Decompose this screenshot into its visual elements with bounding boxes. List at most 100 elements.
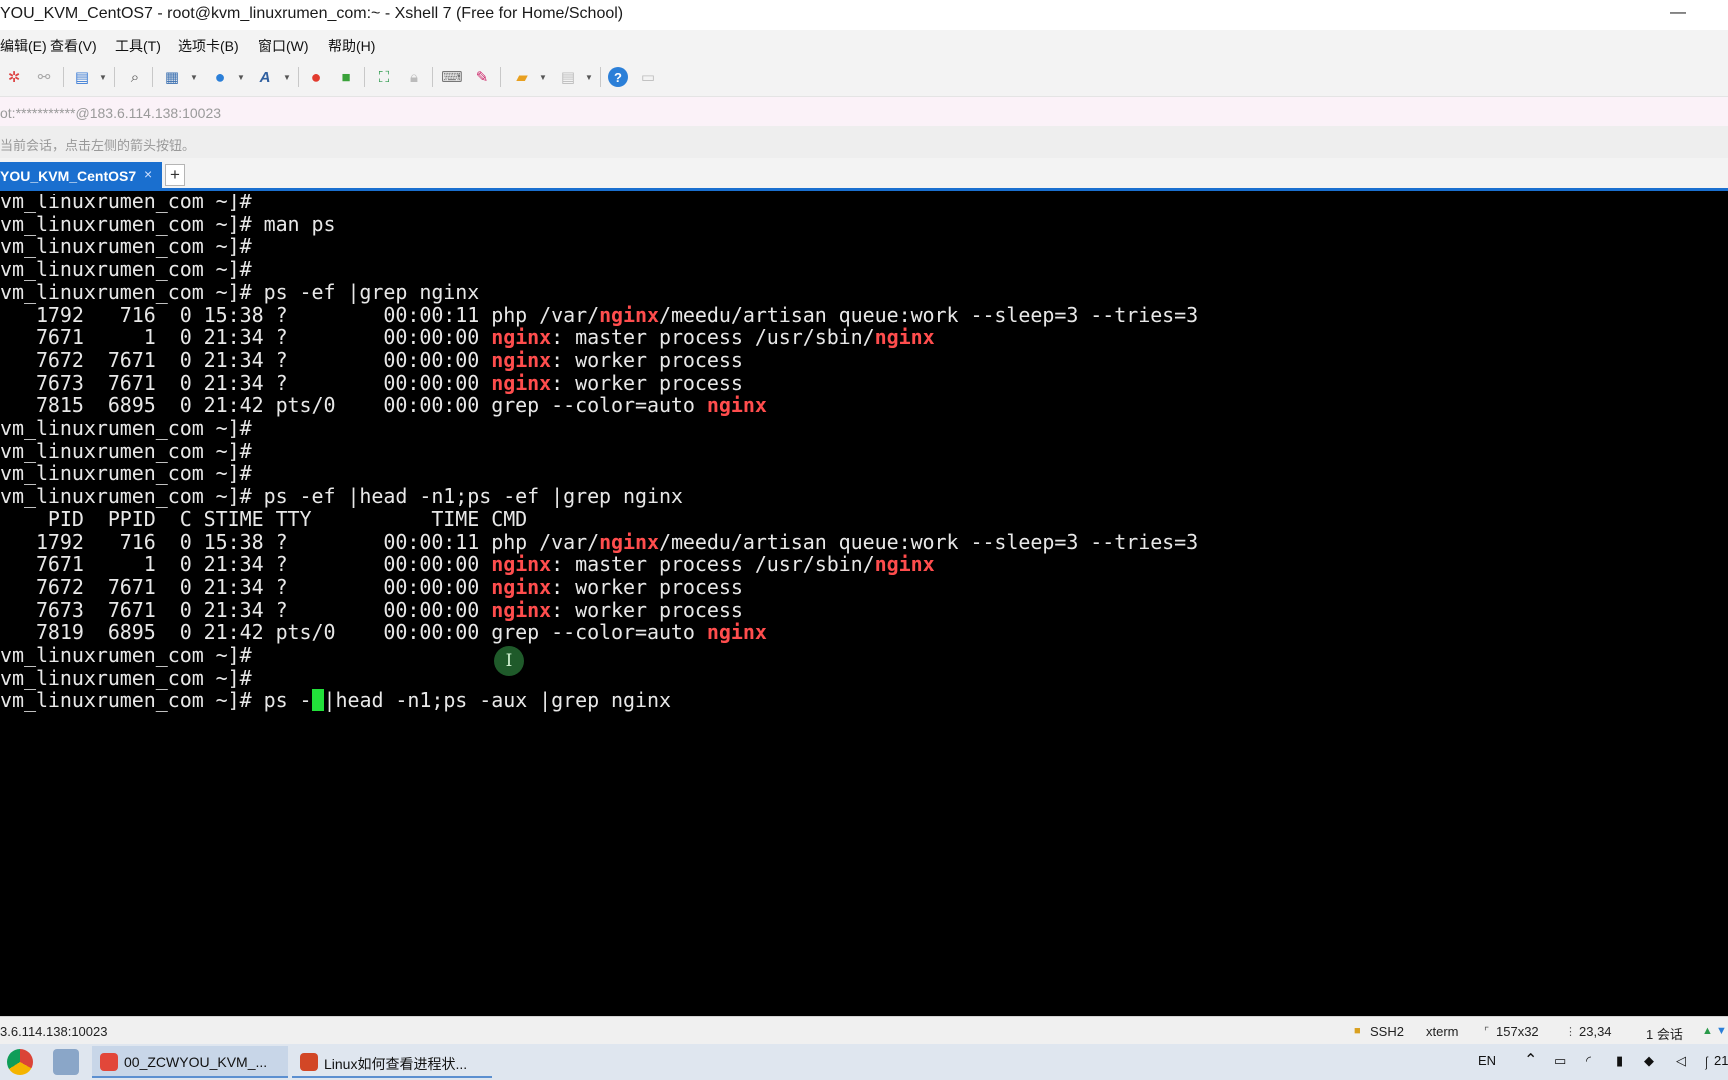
menu-edit[interactable]: 编辑(E) [0, 36, 47, 56]
terminal-line: vm_linuxrumen_com ~]# [0, 439, 252, 464]
taskbar-label: 00_ZCWYOU_KVM_... [124, 1054, 268, 1070]
folder-icon[interactable]: ▰ [512, 67, 532, 87]
chevron-down-icon[interactable]: ▼ [584, 68, 594, 88]
grep-match: nginx [874, 325, 935, 350]
terminal-text: vm_linuxrumen_com ~]# ps -ef |grep nginx [0, 279, 480, 304]
grep-match: nginx [599, 529, 659, 554]
grep-match: nginx [491, 597, 552, 622]
grep-match: nginx [706, 620, 767, 645]
terminal-text: 7672 7671 0 21:34 ? 00:00:00 [0, 574, 492, 599]
status-protocol: SSH2 [1370, 1024, 1404, 1039]
chevron-down-icon[interactable]: ▼ [189, 68, 199, 88]
resize-icon: ⌜ [1484, 1026, 1490, 1038]
toolbar-separator [432, 67, 433, 87]
terminal-line: 7671 1 0 21:34 ? 00:00:00 nginx: master … [0, 552, 935, 577]
chevron-down-icon[interactable]: ▼ [282, 68, 292, 88]
panel-icon[interactable]: ▤ [558, 67, 578, 87]
chrome-icon[interactable] [7, 1049, 33, 1075]
battery-icon[interactable]: ▭ [1554, 1053, 1566, 1069]
add-tab-button[interactable]: + [165, 164, 185, 186]
minimize-button[interactable]: — [1664, 0, 1692, 28]
terminal-text: : master process /usr/sbin/ [551, 552, 875, 577]
taskbar-label: Linux如何查看进程状... [324, 1056, 468, 1072]
terminal-line: vm_linuxrumen_com ~]# ps -ef |grep nginx [0, 280, 479, 305]
menu-window[interactable]: 窗口(W) [258, 36, 309, 56]
window-title: YOU_KVM_CentOS7 - root@kvm_linuxrumen_co… [0, 5, 624, 22]
taskbar-item-xshell[interactable]: 00_ZCWYOU_KVM_... [92, 1046, 288, 1078]
terminal-text: vm_linuxrumen_com ~]# [0, 461, 252, 486]
ime-icon[interactable]: ⎰ [1700, 1053, 1713, 1072]
terminal-line: 7819 6895 0 21:42 pts/0 00:00:00 grep --… [0, 620, 767, 645]
toolbar-separator [600, 67, 601, 87]
layout-icon[interactable]: ▦ [162, 67, 182, 87]
status-term-type: xterm [1426, 1024, 1459, 1039]
chevron-down-icon[interactable]: ▼ [98, 68, 108, 88]
menu-tabs[interactable]: 选项卡(B) [178, 36, 239, 56]
terminal-text: : worker process [551, 574, 743, 599]
grep-match: nginx [874, 552, 935, 577]
wifi-icon[interactable]: ◜ [1586, 1053, 1591, 1069]
tab-label: YOU_KVM_CentOS7 [0, 168, 137, 184]
terminal-line: vm_linuxrumen_com ~]# [0, 643, 252, 668]
search-icon[interactable]: ⌕ [125, 67, 145, 87]
globe-icon[interactable]: ● [210, 67, 230, 87]
terminal-area[interactable]: vm_linuxrumen_com ~]# vm_linuxrumen_com ~… [0, 194, 1728, 1014]
chevron-down-icon[interactable]: ▼ [236, 68, 246, 88]
chevron-up-icon[interactable]: ⌃ [1524, 1050, 1537, 1070]
terminal-line: 1792 716 0 15:38 ? 00:00:11 php /var/ngi… [0, 303, 1198, 328]
terminal-text: vm_linuxrumen_com ~]# [0, 416, 252, 440]
chevron-down-icon[interactable]: ▼ [538, 68, 548, 88]
menu-help[interactable]: 帮助(H) [328, 36, 375, 56]
keyboard-icon[interactable]: ⌨ [441, 67, 463, 87]
disconnect-icon[interactable]: ⚯ [34, 67, 54, 87]
reconnect-icon[interactable]: ✲ [4, 67, 24, 87]
terminal-line: vm_linuxrumen_com ~]# [0, 666, 252, 691]
font-icon[interactable]: A [255, 67, 275, 87]
terminal-text: /meedu/artisan queue:work --sleep=3 --tr… [658, 302, 1199, 327]
help-icon[interactable]: ? [608, 67, 628, 87]
download-arrow-icon: ▼ [1716, 1025, 1727, 1037]
highlight-icon[interactable]: ✎ [472, 67, 492, 87]
terminal-text: vm_linuxrumen_com ~]# ps -ef |head -n1;p… [0, 484, 683, 509]
tab-bar: YOU_KVM_CentOS7 × + [0, 158, 1728, 191]
status-cursor-pos: 23,34 [1579, 1024, 1612, 1039]
terminal-text: : master process /usr/sbin/ [551, 325, 875, 350]
terminal-text: /meedu/artisan queue:work --sleep=3 --tr… [658, 529, 1199, 554]
session-address: ot:***********@183.6.114.138:10023 [0, 105, 222, 121]
dropbox-icon[interactable]: ◆ [1644, 1053, 1654, 1069]
terminal-text: vm_linuxrumen_com ~]# man ps [0, 211, 336, 236]
lock-icon[interactable]: 🔒︎ [404, 67, 424, 87]
input-language[interactable]: EN [1478, 1053, 1496, 1068]
terminal-text: 7819 6895 0 21:42 pts/0 00:00:00 grep --… [0, 620, 707, 645]
terminal-text: 7673 7671 0 21:34 ? 00:00:00 [0, 370, 492, 395]
terminal-text: vm_linuxrumen_com ~]# [0, 643, 252, 667]
taskbar-item-powerpoint[interactable]: Linux如何查看进程状... [292, 1046, 492, 1078]
terminal-text: : worker process [551, 370, 743, 395]
input-suffix: |head -n1;ps -aux |grep nginx [323, 688, 672, 713]
toolbar-separator [152, 67, 153, 87]
xftp-green-icon[interactable]: ■ [336, 67, 356, 87]
microphone-icon[interactable]: ▮ [1616, 1053, 1623, 1069]
terminal-text: : worker process [551, 597, 743, 622]
tab-session[interactable]: YOU_KVM_CentOS7 × [0, 162, 162, 188]
terminal-line: 7673 7671 0 21:34 ? 00:00:00 nginx: work… [0, 371, 743, 396]
xftp-icon[interactable]: ● [306, 67, 326, 87]
volume-icon[interactable]: ◁ [1676, 1053, 1686, 1069]
xshell-tray-icon[interactable] [53, 1049, 79, 1075]
grep-match: nginx [491, 552, 552, 577]
address-bar[interactable]: ot:***********@183.6.114.138:10023 [0, 96, 1728, 126]
terminal-input-line[interactable]: vm_linuxrumen_com ~]# ps - |head -n1;ps -… [0, 688, 671, 713]
terminal-line: 1792 716 0 15:38 ? 00:00:11 php /var/ngi… [0, 530, 1198, 555]
chat-icon[interactable]: ▭ [638, 67, 658, 87]
new-session-icon[interactable]: ▤ [72, 67, 92, 87]
clock: 21 [1714, 1053, 1728, 1068]
menu-view[interactable]: 查看(V) [50, 36, 97, 56]
fullscreen-icon[interactable]: ⛶ [374, 67, 394, 87]
toolbar-separator [114, 67, 115, 87]
status-address: 3.6.114.138:10023 [0, 1024, 108, 1039]
close-icon[interactable]: × [144, 166, 152, 182]
powerpoint-app-icon [300, 1053, 318, 1071]
grep-match: nginx [491, 370, 552, 395]
menu-tools[interactable]: 工具(T) [115, 36, 161, 56]
toolbar-separator [63, 67, 64, 87]
